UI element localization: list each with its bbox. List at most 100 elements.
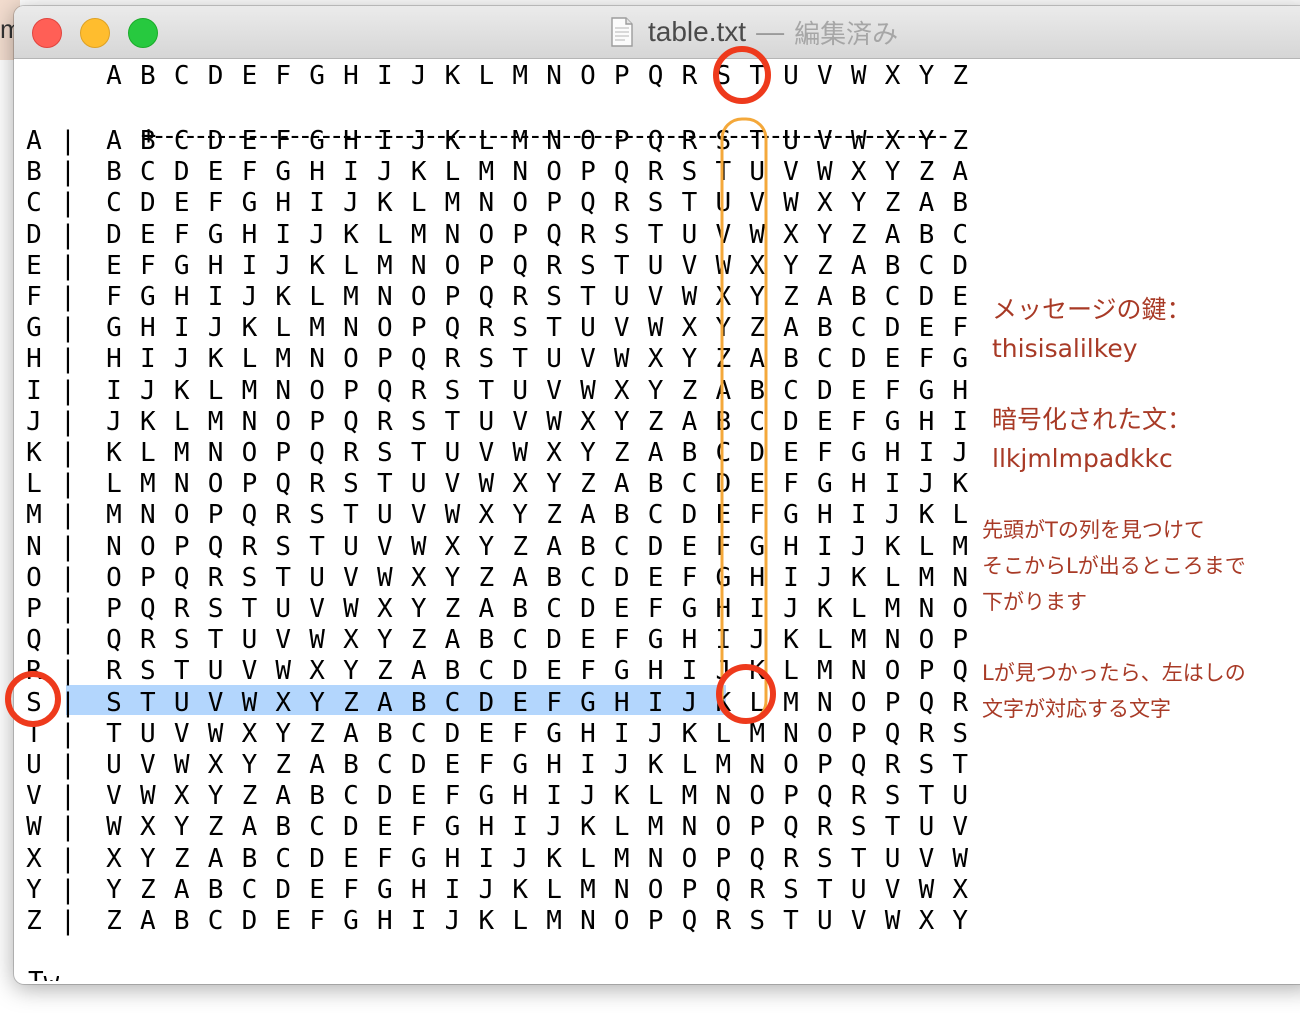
table-cell: R bbox=[783, 843, 799, 874]
table-cell: B bbox=[309, 781, 325, 812]
table-cell: R bbox=[140, 625, 156, 656]
zoom-button[interactable] bbox=[128, 18, 158, 48]
table-cell: S bbox=[850, 812, 867, 843]
table-cell: I bbox=[207, 282, 224, 312]
table-cell: Q bbox=[884, 718, 901, 749]
table-cell: V bbox=[918, 843, 935, 874]
table-cell: H bbox=[106, 344, 122, 375]
table-cell: P bbox=[647, 906, 664, 936]
table-cell: L bbox=[546, 874, 562, 905]
table-cell: M bbox=[343, 282, 359, 312]
table-cell: B bbox=[613, 500, 630, 531]
table-cell: J bbox=[817, 562, 833, 593]
table-cell: K bbox=[173, 375, 190, 406]
header-cell: F bbox=[275, 61, 292, 91]
table-cell: C bbox=[140, 157, 156, 188]
table-cell: N bbox=[647, 843, 664, 874]
table-cell: F bbox=[241, 157, 258, 188]
table-cell: L bbox=[850, 594, 867, 624]
table-cell: A bbox=[783, 313, 799, 344]
table-cell: Z bbox=[580, 469, 596, 500]
table-cell: C bbox=[918, 250, 935, 281]
table-cell: H bbox=[580, 718, 596, 749]
table-cell: B bbox=[749, 375, 765, 406]
table-cell: H bbox=[343, 126, 359, 156]
table-cell: D bbox=[275, 874, 292, 905]
table-cell: H bbox=[410, 874, 427, 905]
table-cell: C bbox=[275, 843, 292, 874]
instruction-2-line-1: Lが見つかったら、左はしの bbox=[982, 661, 1246, 685]
table-cell: Y bbox=[241, 750, 258, 780]
table-cell: Y bbox=[613, 406, 630, 437]
table-cell: E bbox=[952, 282, 969, 312]
table-cell: J bbox=[140, 375, 156, 406]
table-cell: J bbox=[410, 126, 427, 156]
table-cell: B bbox=[580, 531, 596, 562]
table-cell: P bbox=[173, 531, 190, 562]
table-cell: T bbox=[580, 282, 596, 312]
table-cell: P bbox=[952, 625, 969, 656]
table-cell: G bbox=[512, 750, 529, 780]
table-cell: Z bbox=[884, 188, 901, 219]
table-cell: T bbox=[715, 157, 732, 188]
table-cell: C bbox=[444, 687, 461, 718]
table-cell: W bbox=[241, 687, 258, 718]
table-cell: T bbox=[309, 531, 325, 562]
table-cell: F bbox=[207, 188, 224, 219]
row-label: O bbox=[26, 562, 42, 593]
table-cell: U bbox=[749, 157, 765, 188]
title-bar[interactable]: table.txt — 編集済み bbox=[14, 6, 1300, 59]
table-cell: U bbox=[952, 781, 969, 812]
table-cell: A bbox=[207, 843, 224, 874]
table-cell: T bbox=[952, 750, 969, 780]
table-cell: V bbox=[681, 250, 698, 281]
table-cell: M bbox=[309, 313, 325, 344]
table-cell: Z bbox=[140, 874, 156, 905]
table-cell: K bbox=[207, 344, 224, 375]
table-cell: E bbox=[275, 906, 292, 936]
text-content-area[interactable]: ABCDEFGHIJKLMNOPQRSTUVWXYZ +------------… bbox=[14, 59, 1014, 984]
table-cell: J bbox=[715, 656, 732, 687]
table-cell: X bbox=[952, 874, 969, 905]
instruction-1-line-2: そこからLが出るところまで bbox=[982, 554, 1246, 578]
table-cell: F bbox=[173, 219, 190, 250]
table-cell: H bbox=[207, 250, 224, 281]
table-cell: U bbox=[613, 282, 630, 312]
table-cell: K bbox=[681, 718, 698, 749]
table-cell: S bbox=[817, 843, 833, 874]
table-cell: V bbox=[309, 594, 325, 624]
table-cell: C bbox=[343, 781, 359, 812]
row-label: N bbox=[26, 531, 42, 562]
table-cell: V bbox=[478, 438, 495, 468]
table-cell: O bbox=[207, 469, 224, 500]
row-label: P bbox=[26, 594, 42, 624]
table-cell: L bbox=[444, 157, 461, 188]
table-cell: M bbox=[140, 469, 156, 500]
table-cell: V bbox=[613, 313, 630, 344]
row-label: D bbox=[26, 219, 42, 250]
table-cell: C bbox=[647, 500, 664, 531]
table-cell: U bbox=[207, 656, 224, 687]
table-cell: D bbox=[918, 282, 935, 312]
table-cell: K bbox=[952, 469, 969, 500]
table-cell: W bbox=[613, 344, 630, 375]
table-cell: Y bbox=[681, 344, 698, 375]
table-cell: U bbox=[376, 500, 393, 531]
table-cell: T bbox=[241, 594, 258, 624]
table-cell: T bbox=[850, 843, 867, 874]
table-cell: Z bbox=[918, 157, 935, 188]
minimize-button[interactable] bbox=[80, 18, 110, 48]
row-divider: | bbox=[60, 562, 76, 593]
table-cell: C bbox=[241, 874, 258, 905]
table-cell: U bbox=[173, 687, 190, 718]
table-cell: A bbox=[817, 282, 833, 312]
table-cell: W bbox=[580, 375, 596, 406]
table-cell: J bbox=[207, 313, 224, 344]
table-cell: J bbox=[376, 157, 393, 188]
table-cell: F bbox=[918, 344, 935, 375]
table-cell: H bbox=[376, 906, 393, 936]
table-cell: W bbox=[546, 406, 562, 437]
table-cell: G bbox=[173, 250, 190, 281]
close-button[interactable] bbox=[32, 18, 62, 48]
table-cell: X bbox=[410, 562, 427, 593]
